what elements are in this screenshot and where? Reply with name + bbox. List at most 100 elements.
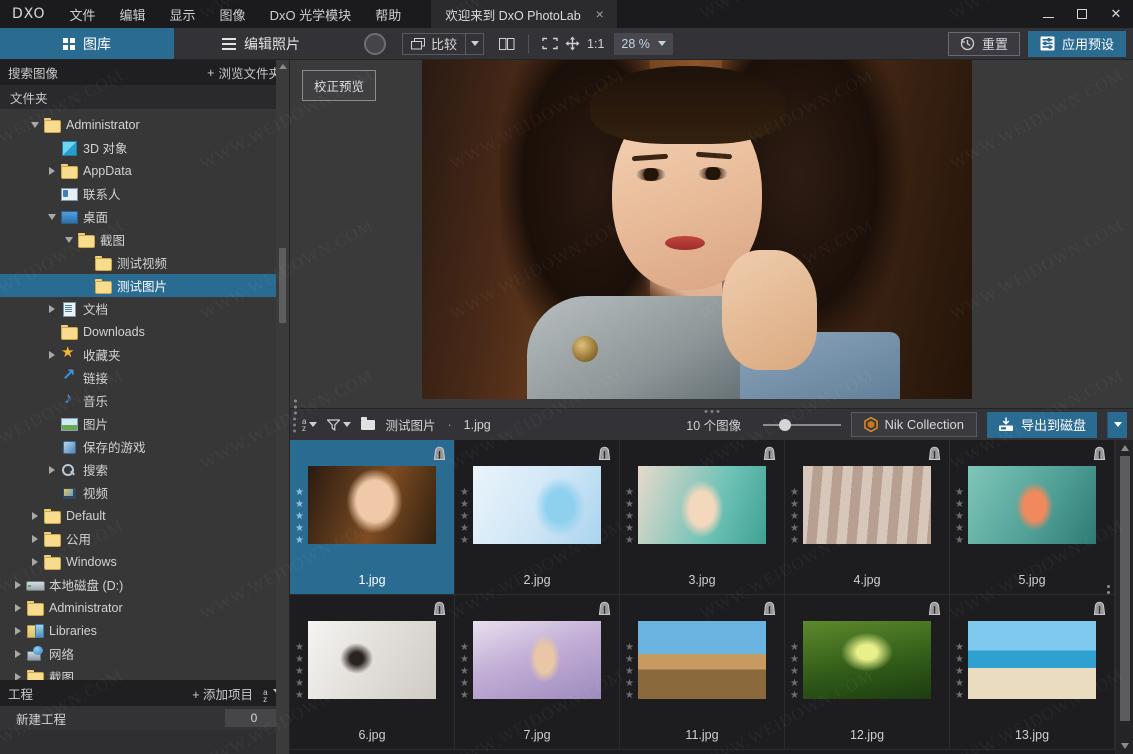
star-icon[interactable]: ★ — [460, 667, 469, 677]
star-icon[interactable]: ★ — [460, 643, 469, 653]
star-rating[interactable]: ★ ★ ★ ★ ★ — [295, 488, 304, 546]
tree-item-19[interactable]: Windows — [0, 550, 289, 573]
star-icon[interactable]: ★ — [460, 691, 469, 701]
star-icon[interactable]: ★ — [790, 512, 799, 522]
thumbnail-cell[interactable]: ★ ★ ★ ★ ★ 6.jpg — [290, 595, 455, 750]
star-icon[interactable]: ★ — [625, 679, 634, 689]
star-icon[interactable]: ★ — [625, 643, 634, 653]
tree-item-9[interactable]: Downloads — [0, 320, 289, 343]
tree-item-20[interactable]: 本地磁盘 (D:) — [0, 573, 289, 596]
filmstrip-sort-button[interactable]: az — [302, 417, 318, 432]
sidebar-splitter-handle[interactable] — [294, 399, 297, 415]
filmstrip-splitter-handle[interactable] — [704, 410, 719, 413]
star-icon[interactable]: ★ — [295, 512, 304, 522]
star-icon[interactable]: ★ — [625, 536, 634, 546]
star-icon[interactable]: ★ — [955, 667, 964, 677]
star-icon[interactable]: ★ — [625, 488, 634, 498]
chevron-right-icon[interactable] — [44, 166, 60, 175]
breadcrumb-file[interactable]: 1.jpg — [464, 418, 491, 432]
tab-library[interactable]: 图库 — [0, 28, 174, 59]
tree-item-0[interactable]: Administrator — [0, 113, 289, 136]
no-optics-module-warning-icon[interactable] — [596, 600, 613, 617]
add-project-button[interactable]: + 添加项目 — [192, 684, 253, 703]
chevron-right-icon[interactable] — [10, 580, 26, 589]
chevron-down-icon[interactable] — [61, 236, 77, 243]
reset-button[interactable]: 重置 — [947, 31, 1020, 56]
chevron-right-icon[interactable] — [10, 649, 26, 658]
star-icon[interactable]: ★ — [295, 643, 304, 653]
chevron-right-icon[interactable] — [10, 626, 26, 635]
scrollbar-thumb[interactable] — [1120, 456, 1130, 721]
tree-item-16[interactable]: 视频 — [0, 481, 289, 504]
star-icon[interactable]: ★ — [295, 691, 304, 701]
chevron-down-icon[interactable] — [27, 121, 43, 128]
chevron-down-icon[interactable] — [44, 213, 60, 220]
tree-item-12[interactable]: 音乐 — [0, 389, 289, 412]
star-rating[interactable]: ★ ★ ★ ★ ★ — [625, 488, 634, 546]
chevron-right-icon[interactable] — [27, 534, 43, 543]
menu-item-help[interactable]: 帮助 — [363, 0, 413, 28]
grid-splitter-handle[interactable] — [1107, 585, 1110, 594]
tree-item-22[interactable]: Libraries — [0, 619, 289, 642]
scroll-down-icon[interactable] — [1121, 743, 1129, 749]
close-icon[interactable]: × — [593, 7, 607, 21]
menu-item-optics-modules[interactable]: DxO 光学模块 — [258, 0, 364, 28]
star-icon[interactable]: ★ — [625, 500, 634, 510]
tree-item-4[interactable]: 桌面 — [0, 205, 289, 228]
scroll-up-icon[interactable] — [279, 64, 287, 69]
chevron-right-icon[interactable] — [27, 557, 43, 566]
chevron-right-icon[interactable] — [44, 465, 60, 474]
star-icon[interactable]: ★ — [625, 691, 634, 701]
no-optics-module-warning-icon[interactable] — [926, 600, 943, 617]
grid-scrollbar[interactable] — [1107, 440, 1133, 754]
tree-item-7[interactable]: 测试图片 — [0, 274, 289, 297]
no-optics-module-warning-icon[interactable] — [761, 600, 778, 617]
no-optics-module-warning-icon[interactable] — [431, 600, 448, 617]
thumbnail-cell[interactable]: ★ ★ ★ ★ ★ 4.jpg — [785, 440, 950, 595]
chevron-right-icon[interactable] — [10, 603, 26, 612]
apply-preset-button[interactable]: 应用预设 — [1027, 30, 1126, 57]
tree-item-3[interactable]: 联系人 — [0, 182, 289, 205]
menu-item-view[interactable]: 显示 — [158, 0, 208, 28]
star-icon[interactable]: ★ — [295, 488, 304, 498]
preview-photo[interactable] — [422, 60, 972, 399]
chevron-right-icon[interactable] — [10, 672, 26, 680]
star-icon[interactable]: ★ — [790, 488, 799, 498]
tree-item-21[interactable]: Administrator — [0, 596, 289, 619]
slider-knob[interactable] — [778, 418, 791, 431]
star-rating[interactable]: ★ ★ ★ ★ ★ — [790, 643, 799, 701]
thumbnail-cell[interactable]: ★ ★ ★ ★ ★ 12.jpg — [785, 595, 950, 750]
star-icon[interactable]: ★ — [295, 524, 304, 534]
thumbnail-cell[interactable]: ★ ★ ★ ★ ★ 1.jpg — [290, 440, 455, 595]
one-to-one-label[interactable]: 1:1 — [583, 37, 608, 51]
star-icon[interactable]: ★ — [790, 500, 799, 510]
thumbnail-cell[interactable]: ★ ★ ★ ★ ★ 13.jpg — [950, 595, 1115, 750]
no-optics-module-warning-icon[interactable] — [761, 445, 778, 462]
tree-item-8[interactable]: 文档 — [0, 297, 289, 320]
scroll-up-icon[interactable] — [1121, 445, 1129, 451]
star-icon[interactable]: ★ — [955, 524, 964, 534]
star-icon[interactable]: ★ — [955, 512, 964, 522]
tree-item-24[interactable]: 截图 — [0, 665, 289, 680]
star-icon[interactable]: ★ — [295, 679, 304, 689]
chevron-right-icon[interactable] — [44, 350, 60, 359]
star-icon[interactable]: ★ — [625, 524, 634, 534]
filmstrip-filter-button[interactable] — [327, 418, 352, 431]
tree-item-5[interactable]: 截图 — [0, 228, 289, 251]
star-icon[interactable]: ★ — [625, 667, 634, 677]
star-icon[interactable]: ★ — [955, 536, 964, 546]
compare-dropdown[interactable] — [466, 32, 485, 55]
compare-button[interactable]: 比较 — [402, 32, 467, 55]
no-optics-module-warning-icon[interactable] — [431, 445, 448, 462]
star-icon[interactable]: ★ — [460, 488, 469, 498]
star-icon[interactable]: ★ — [955, 679, 964, 689]
dxo-round-badge[interactable] — [364, 32, 386, 55]
star-icon[interactable]: ★ — [955, 500, 964, 510]
thumbnail-cell[interactable]: ★ ★ ★ ★ ★ 7.jpg — [455, 595, 620, 750]
zoom-select[interactable]: 28 % — [614, 32, 673, 55]
tree-item-17[interactable]: Default — [0, 504, 289, 527]
star-icon[interactable]: ★ — [460, 536, 469, 546]
tree-item-13[interactable]: 图片 — [0, 412, 289, 435]
thumbnail-cell[interactable]: ★ ★ ★ ★ ★ 11.jpg — [620, 595, 785, 750]
window-tab-welcome[interactable]: 欢迎来到 DxO PhotoLab × — [431, 0, 617, 28]
